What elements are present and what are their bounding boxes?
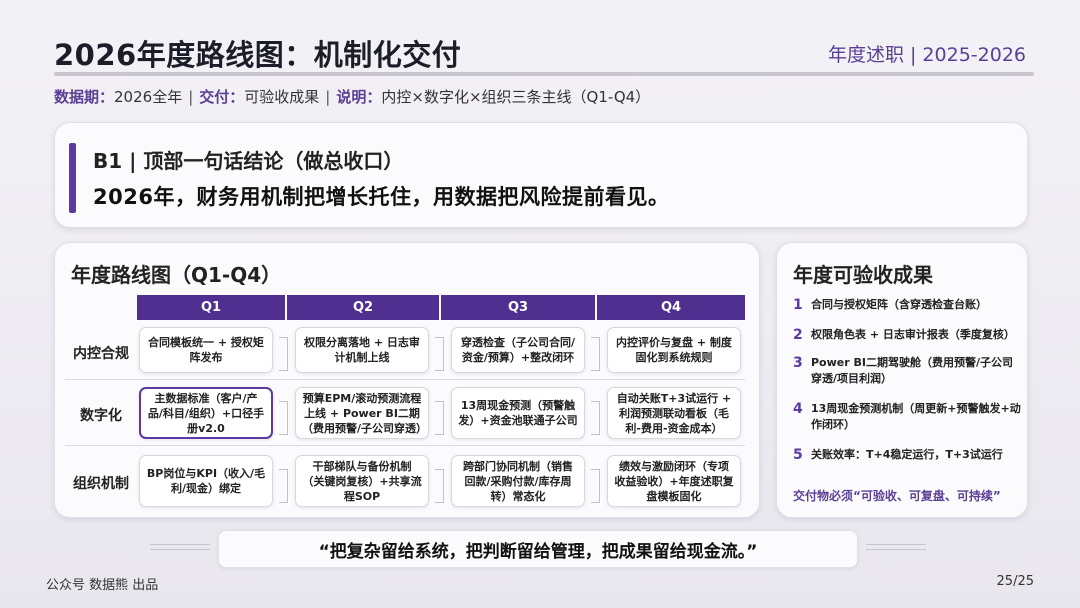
page-title: 2026年度路线图：机制化交付	[54, 38, 462, 72]
row-label-digital: 数字化	[80, 408, 122, 424]
conclusion-heading: B1 | 顶部一句话结论（做总收口）	[93, 149, 404, 173]
item-number: 3	[793, 355, 803, 371]
report-tag: 年度述职 | 2025-2026	[827, 44, 1026, 66]
roadmap-heading: 年度路线图（Q1-Q4）	[71, 263, 282, 287]
item-number: 1	[793, 297, 803, 313]
roadmap-cell: 干部梯队与备份机制（关键岗复核）+共享流程SOP	[295, 455, 429, 507]
item-text: 合同与授权矩阵（含穿透检查台账）	[811, 298, 987, 311]
roadmap-cell: 跨部门协同机制（销售回款/采购付款/库存周转）常态化	[451, 455, 585, 507]
acceptance-item: 4 13周现金预测机制（周更新+预警触发+动作闭环）	[793, 401, 1023, 433]
meta-line: 数据期：2026全年 | 交付：可验收成果 | 说明：内控×数字化×组织三条主线（Q1-…	[54, 86, 650, 107]
roadmap-cell: BP岗位与KPI（收入/毛利/现金）绑定	[139, 455, 273, 507]
roadmap-cell: 13周现金预测（预警触发）+资金池联通子公司	[451, 387, 585, 439]
acceptance-item: 5 关账效率：T+4稳定运行，T+3试运行	[793, 447, 1023, 463]
meta-separator: |	[325, 88, 331, 106]
arrow-connector	[433, 465, 445, 505]
quarter-header-q1: Q1	[137, 295, 285, 320]
arrow-connector	[433, 333, 445, 373]
acceptance-footer: 交付物必须“可验收、可复盘、可持续”	[793, 489, 1001, 503]
item-text: Power BI二期驾驶舱（费用预警/子公司穿透/项目利润）	[811, 356, 1013, 385]
row-divider	[65, 379, 745, 380]
meta-value-period: 2026全年	[114, 88, 183, 106]
quarter-header-q2: Q2	[287, 295, 439, 320]
item-number: 2	[793, 327, 803, 343]
meta-value-delivery: 可验收成果	[244, 88, 320, 106]
title-divider	[54, 72, 1034, 76]
quote-decoration-line	[150, 549, 210, 550]
arrow-connector	[589, 465, 601, 505]
arrow-connector	[277, 465, 289, 505]
acceptance-item: 1 合同与授权矩阵（含穿透检查台账）	[793, 297, 1023, 313]
meta-key-period: 数据期：	[54, 88, 115, 106]
roadmap-cell: 权限分离落地 + 日志审计机制上线	[295, 327, 429, 373]
item-text: 13周现金预测机制（周更新+预警触发+动作闭环）	[811, 402, 1021, 431]
arrow-connector	[277, 397, 289, 437]
accent-bar	[69, 143, 76, 213]
meta-separator: |	[188, 88, 194, 106]
quote-decoration-line	[150, 544, 210, 545]
conclusion-text: 2026年，财务用机制把增长托住，用数据把风险提前看见。	[93, 185, 670, 209]
footer-credit: 公众号 数据熊 出品	[46, 578, 159, 593]
acceptance-item: 3 Power BI二期驾驶舱（费用预警/子公司穿透/项目利润）	[793, 355, 1023, 387]
arrow-connector	[433, 397, 445, 437]
quote-decoration-line	[866, 549, 926, 550]
meta-key-note: 说明：	[336, 88, 382, 106]
acceptance-item: 2 权限角色表 + 日志审计报表（季度复核）	[793, 327, 1023, 343]
acceptance-card: 年度可验收成果 1 合同与授权矩阵（含穿透检查台账） 2 权限角色表 + 日志审…	[776, 242, 1028, 518]
roadmap-cell: 预算EPM/滚动预测流程上线 + Power BI二期（费用预警/子公司穿透）	[295, 387, 429, 439]
meta-key-delivery: 交付：	[199, 88, 245, 106]
quarter-header-q3: Q3	[441, 295, 595, 320]
quarter-header-q4: Q4	[597, 295, 745, 320]
arrow-connector	[277, 333, 289, 373]
slide: 2026年度路线图：机制化交付 年度述职 | 2025-2026 数据期：202…	[0, 0, 1080, 608]
item-text: 权限角色表 + 日志审计报表（季度复核）	[811, 328, 1015, 341]
roadmap-card: 年度路线图（Q1-Q4） Q1 Q2 Q3 Q4 内控合规 数字化 组织机制 合…	[54, 242, 760, 518]
item-number: 4	[793, 401, 803, 417]
row-label-control: 内控合规	[73, 346, 129, 362]
arrow-connector	[589, 333, 601, 373]
row-label-org: 组织机制	[73, 476, 129, 492]
roadmap-cell: 穿透检查（子公司合同/资金/预算）+整改闭环	[451, 327, 585, 373]
page-number: 25/25	[996, 574, 1034, 589]
roadmap-cell-highlighted: 主数据标准（客户/产品/科目/组织）+口径手册v2.0	[139, 387, 273, 439]
meta-value-note: 内控×数字化×组织三条主线（Q1-Q4）	[381, 88, 651, 106]
item-text: 关账效率：T+4稳定运行，T+3试运行	[811, 448, 1003, 461]
roadmap-cell: 合同模板统一 + 授权矩阵发布	[139, 327, 273, 373]
roadmap-cell: 绩效与激励闭环（专项收益验收）+年度述职复盘模板固化	[607, 455, 741, 507]
row-divider	[65, 445, 745, 446]
item-number: 5	[793, 447, 803, 463]
roadmap-cell: 内控评价与复盘 + 制度固化到系统规则	[607, 327, 741, 373]
conclusion-card: B1 | 顶部一句话结论（做总收口） 2026年，财务用机制把增长托住，用数据把…	[54, 122, 1028, 228]
roadmap-cell: 自动关账T+3试运行 + 利润预测联动看板（毛利-费用-资金成本）	[607, 387, 741, 439]
acceptance-heading: 年度可验收成果	[793, 263, 933, 287]
arrow-connector	[589, 397, 601, 437]
closing-quote: “把复杂留给系统，把判断留给管理，把成果留给现金流。”	[218, 530, 858, 568]
quote-decoration-line	[866, 544, 926, 545]
